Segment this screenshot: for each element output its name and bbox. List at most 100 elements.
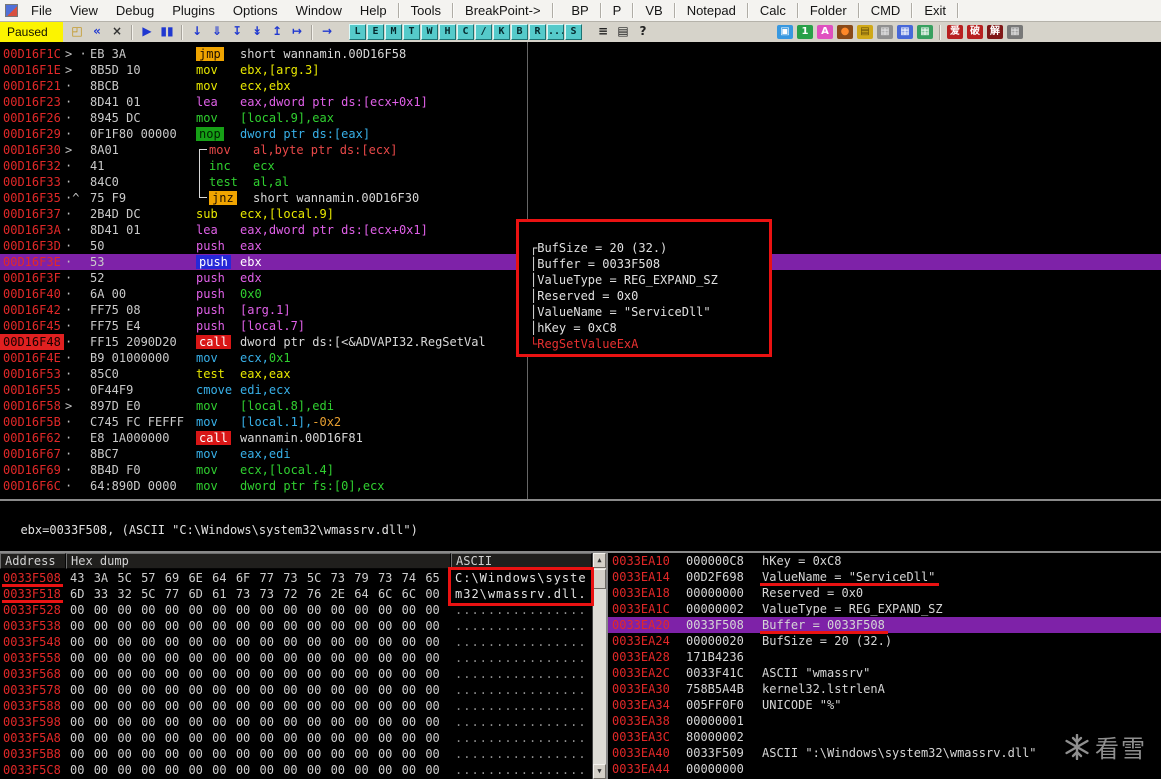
patch-icon[interactable]: ▦ <box>877 25 893 39</box>
help-icon[interactable]: ? <box>634 24 652 40</box>
letter-button-l[interactable]: L <box>349 24 366 40</box>
disasm-row[interactable]: 00D16F6C · 64:890D 0000 mov dword ptr fs:[0]… <box>0 478 1161 494</box>
restart-icon[interactable]: « <box>88 24 106 40</box>
step-over-icon[interactable]: ⇓ <box>208 24 226 40</box>
disasm-row[interactable]: 00D16F32 · 41 inc ecx <box>0 158 1161 174</box>
disasm-row[interactable]: 00D16F62 · E8 1A000000 call wannamin.00D16F8… <box>0 430 1161 446</box>
disasm-row[interactable]: 00D16F53 · 85C0 test eax,eax <box>0 366 1161 382</box>
menu-button-calc[interactable]: Calc <box>751 0 795 22</box>
trace-into-icon[interactable]: ↧ <box>228 24 246 40</box>
close-icon[interactable]: × <box>108 24 126 40</box>
stack-row[interactable]: 0033EA24 00000020 BufSize = 20 (32.) <box>608 633 1161 649</box>
menu-button-p[interactable]: P <box>604 0 631 22</box>
stack-row[interactable]: 0033EA2C 0033F41C ASCII "wmassrv" <box>608 665 1161 681</box>
stack-row[interactable]: 0033EA34 005FF0F0 UNICODE "%" <box>608 697 1161 713</box>
disasm-row[interactable]: 00D16F1C > · EB 3A jmp short wannamin.00D16F… <box>0 46 1161 62</box>
dump-scrollbar[interactable]: ▲ ▼ <box>592 553 606 779</box>
letter-button-c[interactable]: C <box>457 24 474 40</box>
source-icon[interactable]: ▦ <box>917 25 933 39</box>
stack-row[interactable]: 0033EA20 0033F508 Buffer = 0033F508 <box>608 617 1161 633</box>
dump-row[interactable]: 0033F5C8 00 00 00 00 00 00 00 00 00 00 00 00 00 00 00 00… <box>0 762 592 778</box>
until-return-icon[interactable]: ↥ <box>268 24 286 40</box>
assemble-icon[interactable]: A <box>817 25 833 39</box>
letter-button-m[interactable]: M <box>385 24 402 40</box>
disasm-row[interactable]: 00D16F58 >897D E0 mov [local.8],edi <box>0 398 1161 414</box>
step-into-icon[interactable]: ↓ <box>188 24 206 40</box>
letter-button-s[interactable]: S <box>565 24 582 40</box>
dump-row[interactable]: 0033F588 00 00 00 00 00 00 00 00 00 00 00 00 00 00 00 00… <box>0 698 592 714</box>
open-file-icon[interactable]: ◰ <box>68 24 86 40</box>
dump-row[interactable]: 0033F598 00 00 00 00 00 00 00 00 00 00 00 00 00 00 00 00… <box>0 714 592 730</box>
stack-row[interactable]: 0033EA38 00000001 <box>608 713 1161 729</box>
dump-row[interactable]: 0033F568 00 00 00 00 00 00 00 00 00 00 00 00 00 00 00 00… <box>0 666 592 682</box>
record-icon[interactable]: ● <box>837 25 853 39</box>
letter-button-slash[interactable]: / <box>475 24 492 40</box>
pause-icon[interactable]: ▮▮ <box>158 24 176 40</box>
disasm-row[interactable]: 00D16F67 · 8BC7 mov eax,edi <box>0 446 1161 462</box>
goto-icon[interactable]: → <box>318 24 336 40</box>
letter-button-k[interactable]: K <box>493 24 510 40</box>
run-to-cursor-icon[interactable]: ↦ <box>288 24 306 40</box>
disasm-row[interactable]: 00D16F26 · 8945 DC mov [local.9],eax <box>0 110 1161 126</box>
table-icon[interactable]: ▦ <box>1007 25 1023 39</box>
disasm-row[interactable]: 00D16F5B · C745 FC FEFFF mov [local.1],-0x2 <box>0 414 1161 430</box>
window-icon[interactable]: ▣ <box>777 25 793 39</box>
disasm-row[interactable]: 00D16F23 · 8D41 01 lea eax,dword ptr ds:[ecx… <box>0 94 1161 110</box>
menu-debug[interactable]: Debug <box>107 0 163 22</box>
menu-button-vb[interactable]: VB <box>636 0 671 22</box>
stack-row[interactable]: 0033EA1C 00000002 ValueType = REG_EXPAND_S… <box>608 601 1161 617</box>
menu-view[interactable]: View <box>61 0 107 22</box>
menu-button-folder[interactable]: Folder <box>801 0 856 22</box>
menu-button-bp[interactable]: BP <box>562 0 597 22</box>
stack-row[interactable]: 0033EA28 171B4236 <box>608 649 1161 665</box>
scroll-thumb[interactable] <box>593 569 606 589</box>
run-icon[interactable]: ▶ <box>138 24 156 40</box>
disasm-row[interactable]: 00D16F1E >8B5D 10 mov ebx,[arg.3] <box>0 62 1161 78</box>
windows-list-icon[interactable]: ≡ <box>594 24 612 40</box>
disasm-row[interactable]: 00D16F69 · 8B4D F0 mov ecx,[local.4] <box>0 462 1161 478</box>
resume-icon[interactable]: 1 <box>797 25 813 39</box>
menu-window[interactable]: Window <box>287 0 351 22</box>
dump-row[interactable]: 0033F5A8 00 00 00 00 00 00 00 00 00 00 00 00 00 00 00 00… <box>0 730 592 746</box>
dump-row[interactable]: 0033F538 00 00 00 00 00 00 00 00 00 00 00 00 00 00 00 00… <box>0 618 592 634</box>
menu-button-exit[interactable]: Exit <box>915 0 955 22</box>
scroll-up-button[interactable]: ▲ <box>593 553 606 568</box>
scroll-down-button[interactable]: ▼ <box>593 764 606 779</box>
letter-button-breakpoints[interactable]: ... <box>547 24 564 40</box>
menu-button-cmd[interactable]: CMD <box>862 0 910 22</box>
jie-icon[interactable]: 解 <box>987 25 1003 39</box>
menu-options[interactable]: Options <box>224 0 287 22</box>
dump-row[interactable]: 0033F558 00 00 00 00 00 00 00 00 00 00 00 00 00 00 00 00… <box>0 650 592 666</box>
stack-row[interactable]: 0033EA10 000000C8 hKey = 0xC8 <box>608 553 1161 569</box>
disasm-row[interactable]: 00D16F29 · 0F1F80 00000 nop dword ptr ds:[ea… <box>0 126 1161 142</box>
po-icon[interactable]: 破 <box>967 25 983 39</box>
menu-breakpoint[interactable]: BreakPoint-> <box>456 0 550 22</box>
disasm-row[interactable]: 00D16F33 · 84C0 test al,al <box>0 174 1161 190</box>
dump-row[interactable]: 0033F548 00 00 00 00 00 00 00 00 00 00 00 00 00 00 00 00… <box>0 634 592 650</box>
letter-button-e[interactable]: E <box>367 24 384 40</box>
menu-plugins[interactable]: Plugins <box>163 0 224 22</box>
memory-map-icon[interactable]: ▤ <box>614 24 632 40</box>
bookmark-icon[interactable]: ▤ <box>857 25 873 39</box>
letter-button-t[interactable]: T <box>403 24 420 40</box>
letter-button-w[interactable]: W <box>421 24 438 40</box>
dump-row[interactable]: 0033F508 43 3A 5C 57 69 6E 64 6F 77 73 5C 73 79 73 74 65… <box>0 570 592 586</box>
dump-row[interactable]: 0033F578 00 00 00 00 00 00 00 00 00 00 00 00 00 00 00 00… <box>0 682 592 698</box>
ai-icon[interactable]: 爱 <box>947 25 963 39</box>
stack-row[interactable]: 0033EA14 00D2F698 ValueName = "ServiceDll" <box>608 569 1161 585</box>
menu-file[interactable]: File <box>22 0 61 22</box>
dump-row[interactable]: 0033F528 00 00 00 00 00 00 00 00 00 00 00 00 00 00 00 00… <box>0 602 592 618</box>
disasm-row[interactable]: 00D16F21 · 8BCB mov ecx,ebx <box>0 78 1161 94</box>
trace-over-icon[interactable]: ↡ <box>248 24 266 40</box>
stack-row[interactable]: 0033EA30 758B5A4B kernel32.lstrlenA <box>608 681 1161 697</box>
menu-tools[interactable]: Tools <box>402 0 450 22</box>
calls-icon[interactable]: ▦ <box>897 25 913 39</box>
letter-button-h[interactable]: H <box>439 24 456 40</box>
menu-button-notepad[interactable]: Notepad <box>678 0 745 22</box>
stack-row[interactable]: 0033EA18 00000000 Reserved = 0x0 <box>608 585 1161 601</box>
dump-row[interactable]: 0033F5B8 00 00 00 00 00 00 00 00 00 00 00 00 00 00 00 00… <box>0 746 592 762</box>
disasm-row[interactable]: 00D16F55 · 0F44F9 cmove edi,ecx <box>0 382 1161 398</box>
disasm-row[interactable]: 00D16F30 >8A01 mov al,byte ptr ds:[ecx] <box>0 142 1161 158</box>
letter-button-r[interactable]: R <box>529 24 546 40</box>
menu-help[interactable]: Help <box>351 0 396 22</box>
